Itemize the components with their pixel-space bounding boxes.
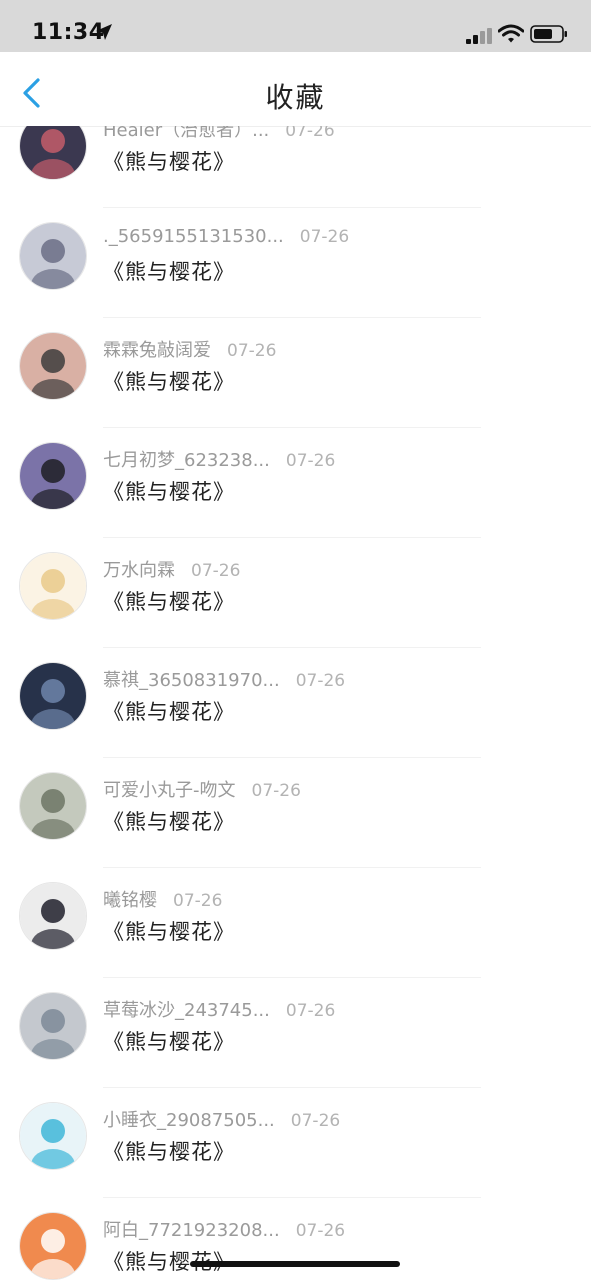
user-name[interactable]: 慕祺_3650831970...: [103, 670, 280, 691]
avatar[interactable]: [19, 662, 87, 730]
avatar[interactable]: [19, 126, 87, 180]
wifi-icon: [498, 24, 524, 43]
avatar[interactable]: [19, 992, 87, 1060]
user-name[interactable]: ._5659155131530...: [103, 226, 284, 247]
avatar[interactable]: [19, 222, 87, 290]
date-label: 07-26: [285, 451, 336, 471]
user-name[interactable]: 七月初梦_623238...: [103, 450, 270, 471]
user-name[interactable]: 可爱小丸子-吻文: [103, 780, 236, 801]
story-title[interactable]: 《熊与樱花》: [103, 146, 235, 176]
list-item[interactable]: 阿白_7721923208... 07-26 《熊与樱花》: [0, 1198, 591, 1280]
avatar[interactable]: [19, 332, 87, 400]
date-label: 07-26: [227, 341, 277, 361]
story-title[interactable]: 《熊与樱花》: [103, 696, 235, 726]
date-label: 07-26: [191, 561, 241, 581]
list-item[interactable]: 小睡衣_29087505... 07-26 《熊与樱花》: [0, 1088, 591, 1198]
date-label: 07-26: [173, 891, 223, 911]
navigation-bar: 收藏: [0, 52, 591, 127]
list-item[interactable]: 曦铭樱 07-26 《熊与樱花》: [0, 868, 591, 978]
story-title[interactable]: 《熊与樱花》: [103, 806, 235, 836]
avatar[interactable]: [19, 1102, 87, 1170]
date-label: 07-26: [295, 1221, 346, 1241]
story-title[interactable]: 《熊与樱花》: [103, 1026, 235, 1056]
item-meta: 万水向霖 07-26: [103, 556, 240, 582]
list-item[interactable]: 七月初梦_623238... 07-26 《熊与樱花》: [0, 428, 591, 538]
item-meta: 小睡衣_29087505... 07-26: [103, 1106, 340, 1132]
item-meta: 慕祺_3650831970... 07-26: [103, 666, 345, 692]
user-name[interactable]: 霖霖兔敲阔爱: [103, 340, 211, 361]
item-meta: ._5659155131530... 07-26: [103, 226, 349, 247]
item-meta: 霖霖兔敲阔爱 07-26: [103, 336, 276, 362]
user-name[interactable]: 曦铭樱: [103, 890, 157, 911]
story-title[interactable]: 《熊与樱花》: [103, 256, 235, 286]
location-arrow-icon: [96, 24, 112, 40]
date-label: 07-26: [251, 781, 301, 801]
date-label: 07-26: [290, 1111, 341, 1131]
story-title[interactable]: 《熊与樱花》: [103, 476, 235, 506]
avatar[interactable]: [19, 772, 87, 840]
date-label: 07-26: [299, 227, 350, 247]
list-item[interactable]: 慕祺_3650831970... 07-26 《熊与樱花》: [0, 648, 591, 758]
avatar[interactable]: [19, 552, 87, 620]
list-item[interactable]: 万水向霖 07-26 《熊与樱花》: [0, 538, 591, 648]
story-title[interactable]: 《熊与樱花》: [103, 586, 235, 616]
user-name[interactable]: 草莓冰沙_243745...: [103, 1000, 270, 1021]
list-item[interactable]: ._5659155131530... 07-26 《熊与樱花》: [0, 208, 591, 318]
item-meta: Healer（治愈者）... 07-26: [103, 126, 335, 142]
home-indicator[interactable]: [190, 1261, 400, 1267]
item-meta: 草莓冰沙_243745... 07-26: [103, 996, 335, 1022]
favorites-list[interactable]: Healer（治愈者）... 07-26 《熊与樱花》 ._5659155131530…: [0, 126, 591, 1280]
avatar[interactable]: [19, 1212, 87, 1280]
story-title[interactable]: 《熊与樱花》: [103, 366, 235, 396]
list-item[interactable]: 草莓冰沙_243745... 07-26 《熊与樱花》: [0, 978, 591, 1088]
battery-icon: [530, 25, 567, 43]
status-bar: 11:34: [0, 0, 591, 52]
avatar[interactable]: [19, 882, 87, 950]
avatar[interactable]: [19, 442, 87, 510]
list-item[interactable]: Healer（治愈者）... 07-26 《熊与樱花》: [0, 126, 591, 208]
page-title: 收藏: [265, 81, 326, 114]
item-meta: 七月初梦_623238... 07-26: [103, 446, 335, 472]
user-name[interactable]: 万水向霖: [103, 560, 175, 581]
date-label: 07-26: [285, 1001, 336, 1021]
item-meta: 曦铭樱 07-26: [103, 886, 222, 912]
date-label: 07-26: [295, 671, 346, 691]
item-meta: 阿白_7721923208... 07-26: [103, 1216, 345, 1242]
list-item[interactable]: 霖霖兔敲阔爱 07-26 《熊与樱花》: [0, 318, 591, 428]
item-meta: 可爱小丸子-吻文 07-26: [103, 776, 301, 802]
date-label: 07-26: [285, 126, 335, 141]
list-item[interactable]: 可爱小丸子-吻文 07-26 《熊与樱花》: [0, 758, 591, 868]
cellular-signal-icon: [466, 28, 492, 44]
story-title[interactable]: 《熊与樱花》: [103, 1136, 235, 1166]
user-name[interactable]: 小睡衣_29087505...: [103, 1110, 275, 1131]
story-title[interactable]: 《熊与樱花》: [103, 916, 235, 946]
user-name[interactable]: Healer（治愈者）...: [103, 126, 269, 141]
user-name[interactable]: 阿白_7721923208...: [103, 1220, 280, 1241]
